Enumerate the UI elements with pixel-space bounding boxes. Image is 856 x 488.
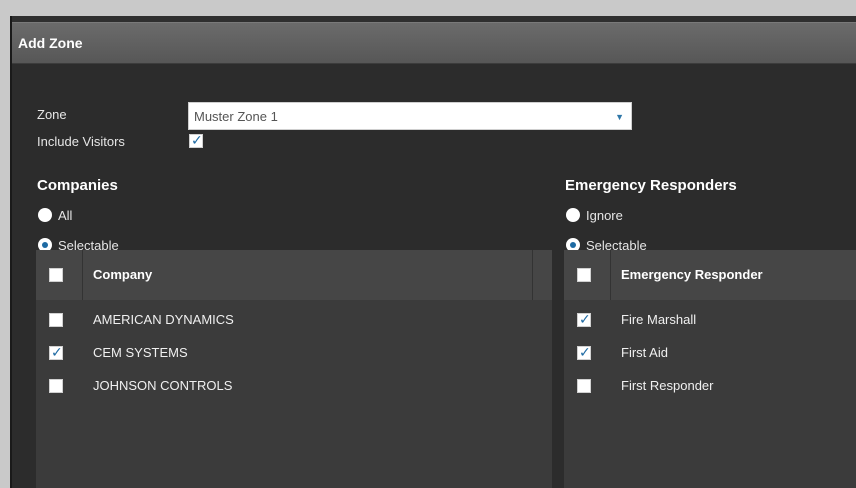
responder-column-header[interactable]: Emergency Responder bbox=[621, 267, 763, 282]
check-icon: ✓ bbox=[191, 132, 203, 148]
dialog-content: Zone Muster Zone 1 ▼ Include Visitors ✓ … bbox=[12, 64, 856, 488]
dialog-title: Add Zone bbox=[18, 35, 83, 51]
include-visitors-checkbox[interactable]: ✓ bbox=[189, 132, 203, 148]
company-row-label: JOHNSON CONTROLS bbox=[93, 378, 233, 393]
zone-label: Zone bbox=[37, 107, 67, 122]
responders-title: Emergency Responders bbox=[565, 177, 737, 194]
zone-dropdown-value: Muster Zone 1 bbox=[194, 109, 278, 124]
responder-row-checkbox[interactable]: ✓ bbox=[577, 311, 591, 327]
responders-radio-ignore[interactable] bbox=[566, 208, 580, 222]
companies-table: Company AMERICAN DYNAMICS ✓ CEM SYSTEMS … bbox=[36, 250, 552, 488]
check-icon: ✓ bbox=[579, 311, 591, 327]
dialog-titlebar: Add Zone bbox=[12, 22, 856, 64]
check-icon: ✓ bbox=[51, 344, 63, 360]
responder-row-checkbox[interactable] bbox=[577, 379, 591, 393]
responders-table-header: Emergency Responder bbox=[564, 250, 856, 300]
companies-radio-all[interactable] bbox=[38, 208, 52, 222]
companies-radio-all-label: All bbox=[58, 208, 73, 223]
company-row-checkbox[interactable]: ✓ bbox=[49, 344, 63, 360]
add-zone-dialog: Add Zone Zone Muster Zone 1 ▼ Include Vi… bbox=[10, 16, 856, 488]
company-row-checkbox[interactable] bbox=[49, 379, 63, 393]
responder-row-checkbox[interactable]: ✓ bbox=[577, 344, 591, 360]
companies-title: Companies bbox=[37, 177, 118, 194]
companies-table-header: Company bbox=[36, 250, 552, 300]
company-row-label: CEM SYSTEMS bbox=[93, 345, 188, 360]
column-divider bbox=[610, 250, 611, 300]
companies-select-all-checkbox[interactable] bbox=[49, 268, 63, 282]
zone-dropdown[interactable]: Muster Zone 1 ▼ bbox=[188, 102, 632, 130]
responders-select-all-checkbox[interactable] bbox=[577, 268, 591, 282]
column-divider bbox=[82, 250, 83, 300]
column-divider bbox=[532, 250, 533, 300]
include-visitors-label: Include Visitors bbox=[37, 134, 125, 149]
responders-table: Emergency Responder ✓ Fire Marshall ✓ Fi… bbox=[564, 250, 856, 488]
responder-row-label: First Aid bbox=[621, 345, 668, 360]
responder-row-label: Fire Marshall bbox=[621, 312, 697, 327]
caret-down-icon: ▼ bbox=[615, 112, 624, 122]
responders-radio-ignore-label: Ignore bbox=[586, 208, 623, 223]
company-row-label: AMERICAN DYNAMICS bbox=[93, 312, 234, 327]
check-icon: ✓ bbox=[579, 344, 591, 360]
company-column-header[interactable]: Company bbox=[93, 267, 152, 282]
responder-row-label: First Responder bbox=[621, 378, 714, 393]
company-row-checkbox[interactable] bbox=[49, 313, 63, 327]
